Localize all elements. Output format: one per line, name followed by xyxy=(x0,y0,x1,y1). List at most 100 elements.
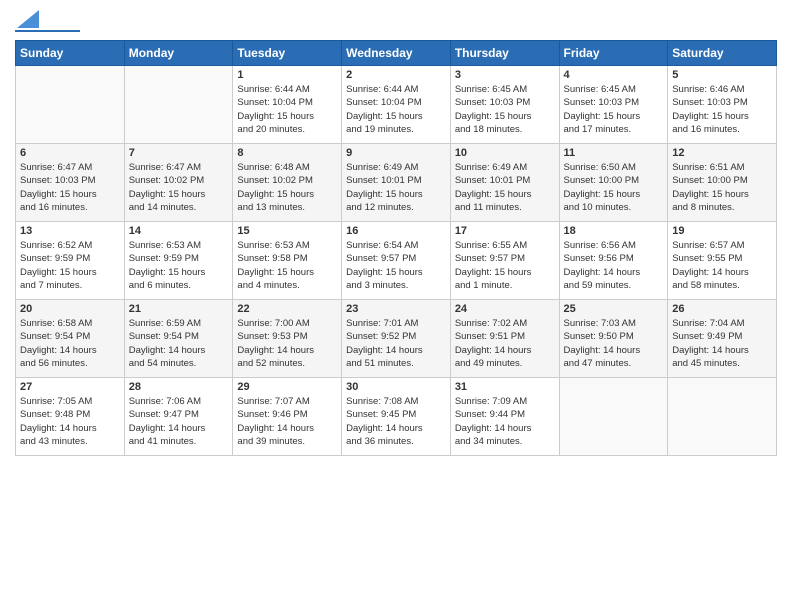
calendar-cell: 7 Sunrise: 6:47 AM Sunset: 10:02 PM Dayli… xyxy=(124,144,233,222)
day-number: 18 xyxy=(564,225,664,237)
calendar-cell xyxy=(124,66,233,144)
page-container: SundayMondayTuesdayWednesdayThursdayFrid… xyxy=(0,0,792,466)
day-number: 25 xyxy=(564,303,664,315)
weekday-header-monday: Monday xyxy=(124,41,233,66)
day-number: 17 xyxy=(455,225,555,237)
weekday-header-wednesday: Wednesday xyxy=(342,41,451,66)
day-info: Sunrise: 7:05 AM Sunset: 9:48 PM Dayligh… xyxy=(20,395,120,448)
day-number: 12 xyxy=(672,147,772,159)
day-info: Sunrise: 6:48 AM Sunset: 10:02 PM Daylig… xyxy=(237,161,337,214)
weekday-header-tuesday: Tuesday xyxy=(233,41,342,66)
day-number: 26 xyxy=(672,303,772,315)
calendar-cell: 9 Sunrise: 6:49 AM Sunset: 10:01 PM Dayli… xyxy=(342,144,451,222)
calendar-cell: 16 Sunrise: 6:54 AM Sunset: 9:57 PM Dayli… xyxy=(342,222,451,300)
calendar-cell: 11Sunrise: 6:50 AM Sunset: 10:00 PM Dayl… xyxy=(559,144,668,222)
day-info: Sunrise: 6:53 AM Sunset: 9:59 PM Dayligh… xyxy=(129,239,229,292)
day-number: 20 xyxy=(20,303,120,315)
day-number: 31 xyxy=(455,381,555,393)
calendar-week-4: 20Sunrise: 6:58 AM Sunset: 9:54 PM Dayli… xyxy=(16,300,777,378)
weekday-header-sunday: Sunday xyxy=(16,41,125,66)
day-number: 6 xyxy=(20,147,120,159)
calendar-cell: 27 Sunrise: 7:05 AM Sunset: 9:48 PM Dayli… xyxy=(16,378,125,456)
calendar-body: 1 Sunrise: 6:44 AM Sunset: 10:04 PM Dayli… xyxy=(16,66,777,456)
day-info: Sunrise: 7:00 AM Sunset: 9:53 PM Dayligh… xyxy=(237,317,337,370)
calendar-week-5: 27 Sunrise: 7:05 AM Sunset: 9:48 PM Dayli… xyxy=(16,378,777,456)
day-number: 30 xyxy=(346,381,446,393)
day-info: Sunrise: 6:44 AM Sunset: 10:04 PM Daylig… xyxy=(237,83,337,136)
calendar-cell: 3Sunrise: 6:45 AM Sunset: 10:03 PM Dayli… xyxy=(450,66,559,144)
calendar-header: SundayMondayTuesdayWednesdayThursdayFrid… xyxy=(16,41,777,66)
weekday-header-thursday: Thursday xyxy=(450,41,559,66)
day-number: 7 xyxy=(129,147,229,159)
day-number: 10 xyxy=(455,147,555,159)
calendar-cell: 29 Sunrise: 7:07 AM Sunset: 9:46 PM Dayli… xyxy=(233,378,342,456)
weekday-header-friday: Friday xyxy=(559,41,668,66)
logo-underline xyxy=(15,30,80,32)
calendar-cell xyxy=(16,66,125,144)
logo xyxy=(15,10,80,32)
day-info: Sunrise: 6:52 AM Sunset: 9:59 PM Dayligh… xyxy=(20,239,120,292)
day-info: Sunrise: 7:08 AM Sunset: 9:45 PM Dayligh… xyxy=(346,395,446,448)
day-info: Sunrise: 6:49 AM Sunset: 10:01 PM Daylig… xyxy=(346,161,446,214)
calendar-cell: 17 Sunrise: 6:55 AM Sunset: 9:57 PM Dayli… xyxy=(450,222,559,300)
day-info: Sunrise: 7:02 AM Sunset: 9:51 PM Dayligh… xyxy=(455,317,555,370)
weekday-row: SundayMondayTuesdayWednesdayThursdayFrid… xyxy=(16,41,777,66)
day-info: Sunrise: 6:45 AM Sunset: 10:03 PM Daylig… xyxy=(564,83,664,136)
calendar-cell: 21 Sunrise: 6:59 AM Sunset: 9:54 PM Dayli… xyxy=(124,300,233,378)
calendar-cell: 31Sunrise: 7:09 AM Sunset: 9:44 PM Dayli… xyxy=(450,378,559,456)
day-number: 4 xyxy=(564,69,664,81)
calendar-cell: 10 Sunrise: 6:49 AM Sunset: 10:01 PM Dayl… xyxy=(450,144,559,222)
day-info: Sunrise: 6:46 AM Sunset: 10:03 PM Daylig… xyxy=(672,83,772,136)
calendar-cell: 5Sunrise: 6:46 AM Sunset: 10:03 PM Dayli… xyxy=(668,66,777,144)
day-info: Sunrise: 6:51 AM Sunset: 10:00 PM Daylig… xyxy=(672,161,772,214)
day-number: 14 xyxy=(129,225,229,237)
day-number: 29 xyxy=(237,381,337,393)
calendar-cell: 6Sunrise: 6:47 AM Sunset: 10:03 PM Dayli… xyxy=(16,144,125,222)
calendar-week-3: 13Sunrise: 6:52 AM Sunset: 9:59 PM Dayli… xyxy=(16,222,777,300)
day-number: 2 xyxy=(346,69,446,81)
calendar-cell: 18 Sunrise: 6:56 AM Sunset: 9:56 PM Dayli… xyxy=(559,222,668,300)
day-number: 24 xyxy=(455,303,555,315)
calendar-cell: 4 Sunrise: 6:45 AM Sunset: 10:03 PM Dayli… xyxy=(559,66,668,144)
day-info: Sunrise: 6:47 AM Sunset: 10:02 PM Daylig… xyxy=(129,161,229,214)
calendar-table: SundayMondayTuesdayWednesdayThursdayFrid… xyxy=(15,40,777,456)
day-number: 8 xyxy=(237,147,337,159)
calendar-cell: 12 Sunrise: 6:51 AM Sunset: 10:00 PM Dayl… xyxy=(668,144,777,222)
day-info: Sunrise: 6:45 AM Sunset: 10:03 PM Daylig… xyxy=(455,83,555,136)
calendar-cell: 14 Sunrise: 6:53 AM Sunset: 9:59 PM Dayli… xyxy=(124,222,233,300)
day-number: 23 xyxy=(346,303,446,315)
day-info: Sunrise: 6:54 AM Sunset: 9:57 PM Dayligh… xyxy=(346,239,446,292)
day-number: 21 xyxy=(129,303,229,315)
calendar-week-2: 6Sunrise: 6:47 AM Sunset: 10:03 PM Dayli… xyxy=(16,144,777,222)
day-info: Sunrise: 7:06 AM Sunset: 9:47 PM Dayligh… xyxy=(129,395,229,448)
logo-icon xyxy=(17,10,39,28)
calendar-cell: 28Sunrise: 7:06 AM Sunset: 9:47 PM Dayli… xyxy=(124,378,233,456)
day-info: Sunrise: 6:44 AM Sunset: 10:04 PM Daylig… xyxy=(346,83,446,136)
day-number: 19 xyxy=(672,225,772,237)
calendar-cell: 20Sunrise: 6:58 AM Sunset: 9:54 PM Dayli… xyxy=(16,300,125,378)
day-number: 15 xyxy=(237,225,337,237)
calendar-cell xyxy=(668,378,777,456)
day-number: 27 xyxy=(20,381,120,393)
day-info: Sunrise: 6:59 AM Sunset: 9:54 PM Dayligh… xyxy=(129,317,229,370)
calendar-cell xyxy=(559,378,668,456)
calendar-cell: 25 Sunrise: 7:03 AM Sunset: 9:50 PM Dayli… xyxy=(559,300,668,378)
day-info: Sunrise: 7:01 AM Sunset: 9:52 PM Dayligh… xyxy=(346,317,446,370)
day-number: 22 xyxy=(237,303,337,315)
day-number: 9 xyxy=(346,147,446,159)
day-info: Sunrise: 6:55 AM Sunset: 9:57 PM Dayligh… xyxy=(455,239,555,292)
day-info: Sunrise: 6:49 AM Sunset: 10:01 PM Daylig… xyxy=(455,161,555,214)
calendar-cell: 13Sunrise: 6:52 AM Sunset: 9:59 PM Dayli… xyxy=(16,222,125,300)
calendar-cell: 23 Sunrise: 7:01 AM Sunset: 9:52 PM Dayli… xyxy=(342,300,451,378)
calendar-cell: 8 Sunrise: 6:48 AM Sunset: 10:02 PM Dayli… xyxy=(233,144,342,222)
calendar-cell: 1 Sunrise: 6:44 AM Sunset: 10:04 PM Dayli… xyxy=(233,66,342,144)
day-info: Sunrise: 7:03 AM Sunset: 9:50 PM Dayligh… xyxy=(564,317,664,370)
day-info: Sunrise: 7:07 AM Sunset: 9:46 PM Dayligh… xyxy=(237,395,337,448)
day-number: 1 xyxy=(237,69,337,81)
day-info: Sunrise: 6:56 AM Sunset: 9:56 PM Dayligh… xyxy=(564,239,664,292)
weekday-header-saturday: Saturday xyxy=(668,41,777,66)
calendar-cell: 24 Sunrise: 7:02 AM Sunset: 9:51 PM Dayli… xyxy=(450,300,559,378)
calendar-cell: 19Sunrise: 6:57 AM Sunset: 9:55 PM Dayli… xyxy=(668,222,777,300)
header xyxy=(15,10,777,32)
day-number: 16 xyxy=(346,225,446,237)
